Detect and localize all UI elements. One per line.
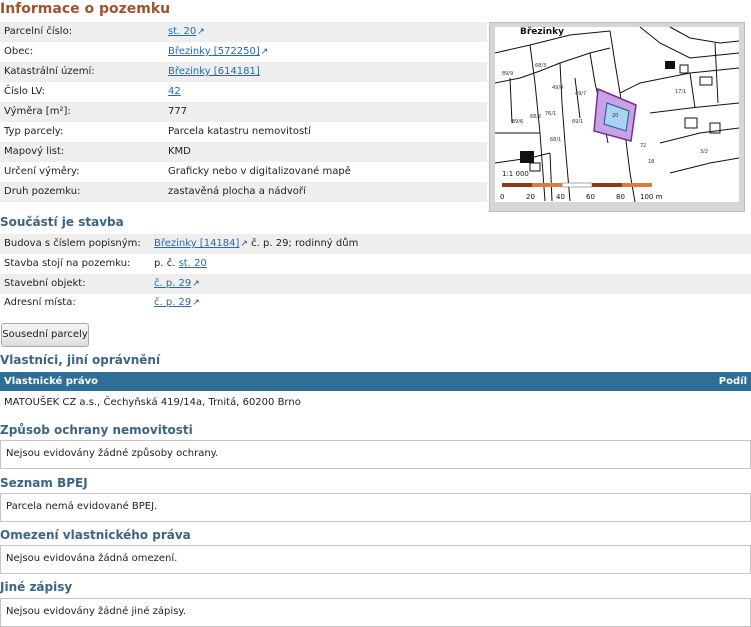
row-label: Číslo LV: (4, 86, 45, 97)
svg-text:20: 20 (612, 113, 618, 119)
neighbor-parcels-button[interactable]: Sousední parcely (1, 323, 89, 347)
scale-tick: 60 (586, 193, 595, 201)
row-label: Obec: (4, 46, 34, 57)
row-value: 777 (168, 106, 188, 117)
row-budova: Budova s číslem popisným: Březinky [1418… (0, 234, 751, 254)
row-label: Typ parcely: (4, 126, 64, 137)
external-link-icon[interactable]: ↗ (197, 27, 205, 37)
row-obec: Obec: Březinky [572250]↗ (0, 42, 487, 62)
row-value: KMD (168, 146, 191, 157)
adresni-misto-link[interactable]: č. p. 29 (154, 297, 191, 308)
row-katastralni-uzemi: Katastrální území: Březinky [614181] (0, 62, 487, 82)
svg-text:49/7: 49/7 (575, 91, 586, 97)
external-link-icon[interactable]: ↗ (240, 239, 248, 249)
obec-link[interactable]: Březinky [572250] (168, 46, 260, 57)
protection-box: Nejsou evidovány žádné způsoby ochrany. (0, 440, 751, 469)
owners-col-right-type: Vlastnické právo (4, 376, 98, 387)
owners-table-header: Vlastnické právo Podíl (0, 372, 751, 391)
map-place-label: Březinky (520, 27, 564, 37)
row-label: Druh pozemku: (4, 186, 81, 197)
cadastral-map-preview[interactable]: Březinky 89/9 68/3 49/4 49/7 68/2 76/1 6… (489, 22, 745, 212)
restrictions-box: Nejsou evidována žádná omezení. (0, 545, 751, 574)
cislo-lv-link[interactable]: 42 (168, 86, 181, 97)
svg-text:72: 72 (640, 143, 646, 149)
row-value: zastavěná plocha a nádvoří (168, 186, 306, 197)
row-cislo-lv: Číslo LV: 42 (0, 82, 487, 102)
row-label: Parcelní číslo: (4, 26, 73, 37)
scale-tick: 40 (556, 193, 565, 201)
row-label: Výměra [m²]: (4, 106, 71, 117)
stoji-parcel-link[interactable]: st. 20 (179, 258, 207, 269)
row-druh-pozemku: Druh pozemku: zastavěná plocha a nádvoří (0, 182, 487, 202)
stoji-prefix: p. č. (154, 258, 176, 269)
owners-col-share: Podíl (718, 376, 747, 387)
owner-row: MATOUŠEK CZ a.s., Čechyňská 419/14a, Trn… (0, 393, 751, 413)
svg-text:68/1: 68/1 (550, 137, 561, 143)
svg-text:3/2: 3/2 (700, 149, 708, 155)
other-records-box: Nejsou evidovány žádné jiné zápisy. (0, 598, 751, 627)
row-typ-parcely: Typ parcely: Parcela katastru nemovitost… (0, 122, 487, 142)
budova-description: č. p. 29; rodinný dům (247, 238, 359, 249)
svg-text:18: 18 (648, 159, 654, 165)
row-urceni-vymery: Určení výměry: Graficky nebo v digitaliz… (0, 162, 487, 182)
row-stavebni-objekt: Stavební objekt: č. p. 29↗ (0, 274, 751, 294)
scale-tick: 80 (616, 193, 625, 201)
scale-tick: 0 (500, 193, 504, 201)
restrictions-heading: Omezení vlastnického práva (0, 528, 191, 542)
scale-tick: 20 (526, 193, 535, 201)
stavebni-objekt-link[interactable]: č. p. 29 (154, 278, 191, 289)
svg-text:17/1: 17/1 (675, 89, 686, 95)
svg-text:68/2: 68/2 (530, 114, 541, 120)
external-link-icon[interactable]: ↗ (192, 279, 200, 289)
row-mapovy-list: Mapový list: KMD (0, 142, 487, 162)
katastralni-uzemi-link[interactable]: Březinky [614181] (168, 66, 260, 77)
row-label: Mapový list: (4, 146, 65, 157)
protection-heading: Způsob ochrany nemovitosti (0, 423, 193, 437)
owner-text: MATOUŠEK CZ a.s., Čechyňská 419/14a, Trn… (4, 397, 301, 408)
parcel-number-link[interactable]: st. 20 (168, 26, 196, 37)
row-stavba-stoji: Stavba stojí na pozemku: p. č. st. 20 (0, 254, 751, 274)
external-link-icon[interactable]: ↗ (192, 298, 200, 308)
row-adresni-mista: Adresní místa: č. p. 29↗ (0, 293, 751, 313)
external-link-icon[interactable]: ↗ (261, 47, 269, 57)
row-label: Katastrální území: (4, 66, 95, 77)
svg-text:89/6: 89/6 (512, 119, 523, 125)
row-vymera: Výměra [m²]: 777 (0, 102, 487, 122)
row-value: Graficky nebo v digitalizované mapě (168, 166, 351, 177)
bpej-heading: Seznam BPEJ (0, 476, 88, 490)
page-title: Informace o pozemku (0, 1, 171, 17)
svg-text:89/9: 89/9 (502, 71, 513, 77)
row-label: Adresní místa: (4, 297, 76, 308)
svg-text:68/3: 68/3 (535, 63, 546, 69)
scale-tick: 100 m (640, 193, 663, 201)
row-value: Parcela katastru nemovitostí (168, 126, 311, 137)
bpej-text: Parcela nemá evidované BPEJ. (6, 501, 158, 512)
row-label: Stavba stojí na pozemku: (4, 258, 131, 269)
budova-link[interactable]: Březinky [14184] (154, 238, 239, 249)
row-parcelni-cislo: Parcelní číslo: st. 20↗ (0, 22, 487, 42)
row-label: Stavební objekt: (4, 278, 86, 289)
svg-text:69/1: 69/1 (572, 119, 583, 125)
other-records-heading: Jiné zápisy (0, 580, 73, 594)
bpej-box: Parcela nemá evidované BPEJ. (0, 493, 751, 522)
svg-text:76/1: 76/1 (545, 111, 556, 117)
building-heading: Součástí je stavba (0, 215, 124, 229)
protection-text: Nejsou evidovány žádné způsoby ochrany. (6, 448, 219, 459)
row-label: Budova s číslem popisným: (4, 238, 141, 249)
svg-text:49/4: 49/4 (552, 85, 563, 91)
map-scale-label: 1:1 000 (502, 170, 529, 178)
restrictions-text: Nejsou evidována žádná omezení. (6, 553, 178, 564)
row-label: Určení výměry: (4, 166, 80, 177)
owners-heading: Vlastníci, jiní oprávnění (0, 353, 161, 367)
other-records-text: Nejsou evidovány žádné jiné zápisy. (6, 606, 187, 617)
